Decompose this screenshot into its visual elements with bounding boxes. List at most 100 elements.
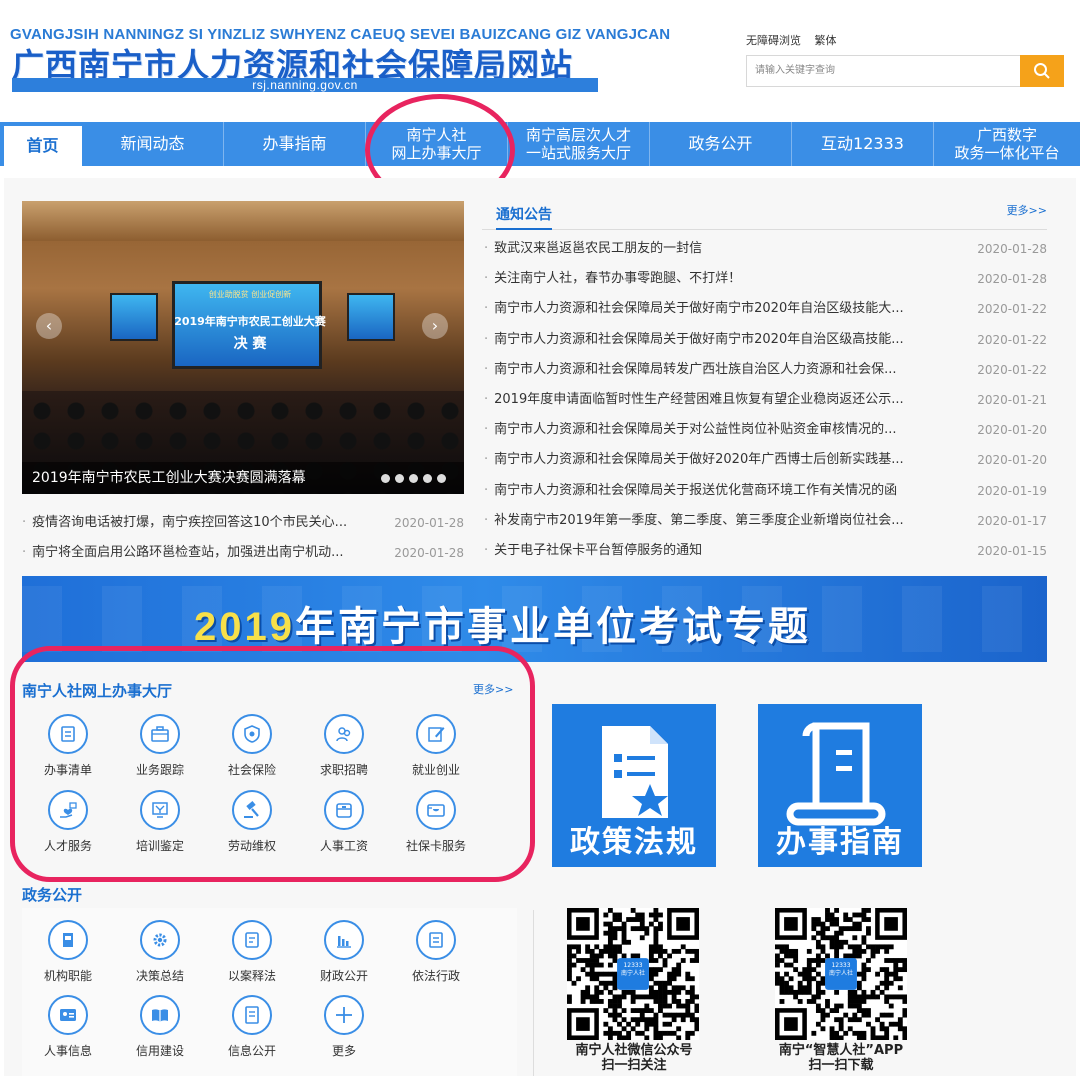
list-item[interactable]: · 关注南宁人社，春节办事零跑腿、不打烊！ 2020-01-28: [482, 264, 1047, 294]
grid-item[interactable]: 决策总结: [114, 920, 206, 984]
banner-text: 2019年南宁市事业单位考试专题: [194, 594, 811, 652]
grid-item[interactable]: 更多: [298, 995, 390, 1059]
news-title[interactable]: 南宁将全面启用公路环邕检查站，加强进出南宁机动...: [32, 538, 343, 568]
carousel-dot[interactable]: [437, 474, 446, 483]
grid-item[interactable]: 机构职能: [22, 920, 114, 984]
nav-label: 互动12333: [821, 134, 904, 153]
book-icon[interactable]: [48, 920, 88, 960]
notice-item-date: 2020-01-20: [977, 453, 1047, 468]
accessibility-link[interactable]: 无障碍浏览: [746, 34, 801, 47]
nav-talent-hall[interactable]: 南宁高层次人才 一站式服务大厅: [508, 122, 650, 166]
nav-guide[interactable]: 办事指南: [224, 122, 366, 166]
list-item[interactable]: · 南宁市人力资源和社会保障局关于做好南宁市2020年自治区级技能大... 2020…: [482, 294, 1047, 324]
list-item[interactable]: · 南宁市人力资源和社会保障局关于做好2020年广西博士后创新实践基... 2020…: [482, 445, 1047, 475]
grid-item[interactable]: 以案释法: [206, 920, 298, 984]
chevron-left-icon: ‹: [45, 316, 53, 335]
list-item[interactable]: · 南宁市人力资源和社会保障局转发广西壮族自治区人力资源和社会保... 2020-0…: [482, 355, 1047, 385]
news-date: 2020-01-28: [394, 546, 464, 560]
search-box: 请输入关键字查询: [746, 55, 1064, 87]
search-input[interactable]: 请输入关键字查询: [755, 56, 835, 86]
news-carousel[interactable]: 创业助脱贫 创业促创新 2019年南宁市农民工创业大赛 决 赛 ‹ › 2019…: [22, 201, 464, 494]
tile-label: 办事指南: [776, 825, 904, 860]
notice-item-title[interactable]: 致武汉来邕返邕农民工朋友的一封信: [494, 234, 702, 264]
carousel-dot[interactable]: [395, 474, 404, 483]
list-item[interactable]: · 致武汉来邕返邕农民工朋友的一封信 2020-01-28: [482, 234, 1047, 264]
notice-item-title[interactable]: 2019年度申请面临暂时性生产经营困难且恢复有望企业稳岗返还公示...: [494, 385, 903, 415]
list-item[interactable]: · 南宁市人力资源和社会保障局关于对公益性岗位补贴资金审核情况的... 2020-0…: [482, 415, 1047, 445]
tile-policy[interactable]: 政策法规: [552, 704, 716, 867]
bar-chart-icon[interactable]: [324, 920, 364, 960]
qr-logo-number: 12333: [623, 962, 643, 970]
carousel-dot[interactable]: [423, 474, 432, 483]
list-item[interactable]: · 南宁市人力资源和社会保障局关于做好南宁市2020年自治区级高技能... 2020…: [482, 325, 1047, 355]
carousel-next-button[interactable]: ›: [422, 313, 448, 339]
list-icon[interactable]: [416, 920, 456, 960]
bullet-icon: ·: [484, 271, 489, 287]
notice-item-title[interactable]: 南宁市人力资源和社会保障局关于对公益性岗位补贴资金审核情况的...: [494, 415, 896, 445]
grid-item-label: 信用建设: [135, 1044, 184, 1058]
notice-item-title[interactable]: 南宁市人力资源和社会保障局关于报送优化营商环境工作有关情况的函: [494, 476, 897, 506]
app-qr-code[interactable]: 12333 南宁人社: [775, 908, 908, 1041]
news-title[interactable]: 疫情咨询电话被打爆，南宁疾控回答这10个市民关心...: [32, 508, 347, 538]
main-nav: 首页 新闻动态 办事指南 南宁人社 网上办事大厅 南宁高层次人才 一站式服务大厅 政…: [0, 122, 1080, 166]
notebook-icon[interactable]: [232, 920, 272, 960]
notice-more-link[interactable]: 更多>>: [1007, 202, 1047, 218]
list-item[interactable]: · 补发南宁市2019年第一季度、第二季度、第三季度企业新增岗位社会... 2020…: [482, 506, 1047, 536]
notice-item-title[interactable]: 南宁市人力资源和社会保障局转发广西壮族自治区人力资源和社会保...: [494, 355, 896, 385]
nav-home[interactable]: 首页: [4, 126, 82, 166]
grid-item[interactable]: 财政公开: [298, 920, 390, 984]
scroll-icon: [786, 722, 886, 826]
plus-icon[interactable]: [324, 995, 364, 1035]
grid-item-label: 信息公开: [227, 1044, 276, 1058]
notice-title[interactable]: 通知公告: [496, 204, 552, 230]
side-screen-right: [347, 293, 395, 341]
list-item[interactable]: · 疫情咨询电话被打爆，南宁疾控回答这10个市民关心... 2020-01-28: [22, 508, 464, 538]
gov-section-title[interactable]: 政务公开: [22, 884, 82, 905]
list-item[interactable]: · 南宁将全面启用公路环邕检查站，加强进出南宁机动... 2020-01-28: [22, 538, 464, 568]
nav-interact-12333[interactable]: 互动12333: [792, 122, 934, 166]
document-icon[interactable]: [232, 995, 272, 1035]
grid-item-label: 决策总结: [135, 969, 184, 983]
nav-news[interactable]: 新闻动态: [82, 122, 224, 166]
carousel-prev-button[interactable]: ‹: [36, 313, 62, 339]
id-card-icon[interactable]: [48, 995, 88, 1035]
highlight-circle: [10, 646, 535, 882]
carousel-ceiling: [22, 201, 464, 241]
carousel-dot[interactable]: [409, 474, 418, 483]
grid-item[interactable]: 人事信息: [22, 995, 114, 1059]
grid-item[interactable]: 信用建设: [114, 995, 206, 1059]
tile-guide[interactable]: 办事指南: [758, 704, 922, 867]
search-button[interactable]: [1020, 55, 1064, 87]
notice-item-title[interactable]: 南宁市人力资源和社会保障局关于做好南宁市2020年自治区级技能大...: [494, 294, 903, 324]
carousel-dot[interactable]: [381, 474, 390, 483]
notice-item-title[interactable]: 补发南宁市2019年第一季度、第二季度、第三季度企业新增岗位社会...: [494, 506, 903, 536]
grid-item[interactable]: 依法行政: [390, 920, 482, 984]
notice-item-date: 2020-01-21: [977, 392, 1047, 407]
site-header: GVANGJSIH NANNINGZ SI YINZLIZ SWHYENZ CA…: [0, 0, 1080, 120]
grid-item-label: 更多: [331, 1044, 356, 1058]
qr-logo-text: 12333 南宁人社: [617, 962, 649, 978]
grid-item[interactable]: 信息公开: [206, 995, 298, 1059]
notice-item-date: 2020-01-19: [977, 483, 1047, 498]
nav-digital-platform[interactable]: 广西数字 政务一体化平台: [934, 122, 1080, 166]
banner-title: 年南宁市事业单位考试专题: [294, 604, 811, 650]
list-item[interactable]: · 2019年度申请面临暂时性生产经营困难且恢复有望企业稳岗返还公示... 2020…: [482, 385, 1047, 415]
notice-item-title[interactable]: 关注南宁人社，春节办事零跑腿、不打烊！: [494, 264, 741, 294]
notice-item-title[interactable]: 关于电子社保卡平台暂停服务的通知: [494, 536, 702, 566]
grid-item-label: 人事信息: [43, 1044, 92, 1058]
bullet-icon: ·: [484, 482, 489, 498]
open-book-icon[interactable]: [140, 995, 180, 1035]
nav-public-affairs[interactable]: 政务公开: [650, 122, 792, 166]
notice-item-title[interactable]: 南宁市人力资源和社会保障局关于做好南宁市2020年自治区级高技能...: [494, 325, 903, 355]
banner-year: 2019: [194, 605, 295, 649]
list-item[interactable]: · 南宁市人力资源和社会保障局关于报送优化营商环境工作有关情况的函 2020-01-…: [482, 476, 1047, 506]
grid-item-label: 财政公开: [319, 969, 368, 983]
qr-logo-text: 12333 南宁人社: [825, 962, 857, 978]
list-item[interactable]: · 关于电子社保卡平台暂停服务的通知 2020-01-15: [482, 536, 1047, 566]
notice-item-title[interactable]: 南宁市人力资源和社会保障局关于做好2020年广西博士后创新实践基...: [494, 445, 903, 475]
gear-icon[interactable]: [140, 920, 180, 960]
service-more-link[interactable]: 更多>>: [473, 681, 1080, 697]
traditional-chinese-link[interactable]: 繁体: [815, 34, 837, 47]
qr-caption-line2: 扫一扫下载: [808, 1058, 874, 1073]
wechat-qr-code[interactable]: 12333 南宁人社: [567, 908, 700, 1041]
